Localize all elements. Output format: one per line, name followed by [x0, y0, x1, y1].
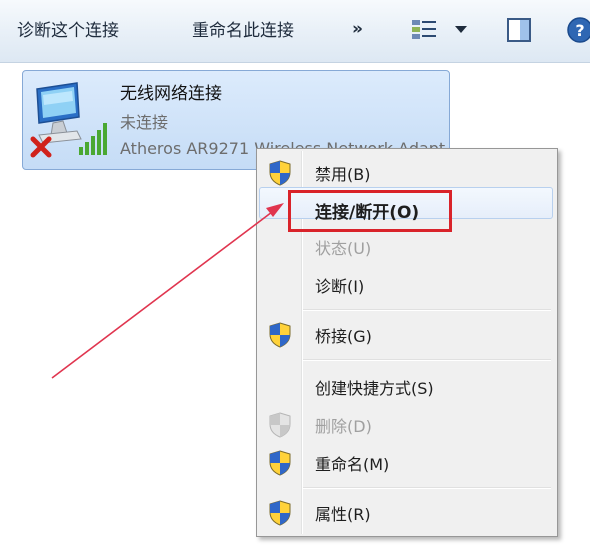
signal-strength-icon — [79, 123, 107, 155]
menu-item-create-shortcut[interactable]: 创建快捷方式(S) — [259, 369, 553, 403]
uac-shield-icon — [269, 160, 291, 186]
menu-item-delete[interactable]: 删除(D) — [259, 407, 553, 441]
menu-separator — [303, 487, 551, 489]
menu-item-rename[interactable]: 重命名(M) — [259, 445, 553, 479]
menu-item-label: 桥接(G) — [315, 327, 372, 346]
menu-item-diagnose[interactable]: 诊断(I) — [259, 267, 553, 301]
menu-item-label: 状态(U) — [315, 239, 372, 258]
command-bar: 诊断这个连接 重命名此连接 » ? — [0, 0, 590, 63]
uac-shield-icon — [269, 450, 291, 476]
menu-item-label: 禁用(B) — [315, 165, 371, 184]
menu-separator — [303, 309, 551, 311]
help-icon[interactable]: ? — [566, 16, 590, 44]
menu-item-label: 重命名(M) — [315, 455, 390, 474]
uac-shield-icon — [269, 412, 291, 438]
view-options-dropdown-icon[interactable] — [455, 26, 467, 33]
menu-separator — [303, 359, 551, 361]
uac-shield-icon — [269, 322, 291, 348]
annotation-highlight-box — [288, 190, 452, 232]
menu-item-label: 属性(R) — [315, 505, 371, 524]
menu-item-label: 创建快捷方式(S) — [315, 379, 434, 398]
menu-item-label: 删除(D) — [315, 417, 372, 436]
preview-pane-icon[interactable] — [505, 16, 533, 44]
menu-item-label: 诊断(I) — [315, 277, 365, 296]
menu-item-disable[interactable]: 禁用(B) — [259, 155, 553, 189]
wireless-network-adapter-icon — [30, 82, 107, 158]
connection-status: 未连接 — [120, 113, 169, 132]
svg-text:?: ? — [575, 21, 584, 40]
menu-item-properties[interactable]: 属性(R) — [259, 495, 553, 529]
change-view-icon[interactable] — [410, 16, 440, 44]
rename-connection-button[interactable]: 重命名此连接 — [192, 18, 294, 44]
disconnected-x-icon — [30, 136, 52, 158]
connection-name: 无线网络连接 — [120, 84, 222, 104]
more-commands-button[interactable]: » — [352, 19, 363, 39]
menu-item-status[interactable]: 状态(U) — [259, 229, 553, 263]
diagnose-connection-button[interactable]: 诊断这个连接 — [17, 18, 119, 44]
menu-item-bridge[interactable]: 桥接(G) — [259, 317, 553, 351]
uac-shield-icon — [269, 500, 291, 526]
